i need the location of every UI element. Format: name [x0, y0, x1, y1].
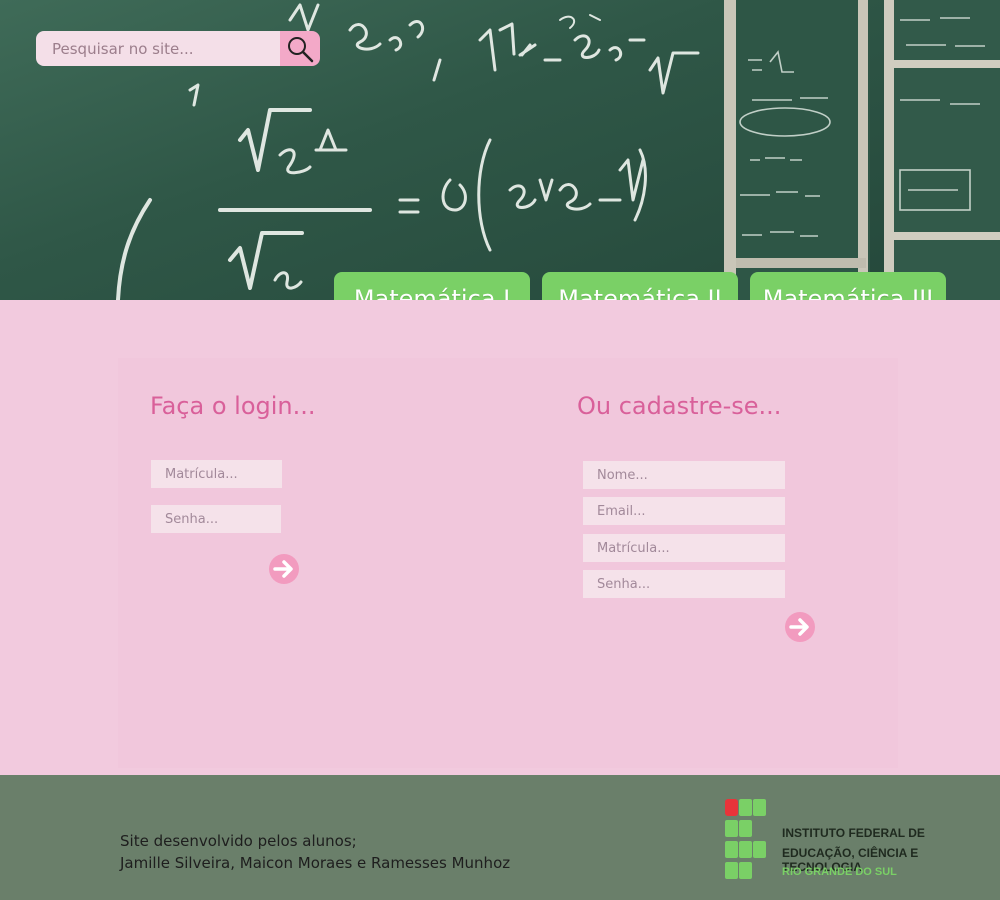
- search-icon: [288, 36, 314, 62]
- ifrs-logo: [725, 799, 766, 879]
- register-email-field[interactable]: [583, 497, 785, 525]
- main-content: Faça o login... Ou cadastre-se...: [0, 300, 1000, 775]
- footer-authors: Jamille Silveira, Maicon Moraes e Ramess…: [120, 854, 511, 872]
- login-matricula-field[interactable]: [151, 460, 282, 488]
- login-submit-button[interactable]: [269, 554, 299, 584]
- register-matricula-field[interactable]: [583, 534, 785, 562]
- search-input[interactable]: [36, 31, 280, 66]
- logo-text-line-3: RIO GRANDE DO SUL: [782, 866, 897, 878]
- register-password-field[interactable]: [583, 570, 785, 598]
- logo-text-line-1: INSTITUTO FEDERAL DE: [782, 826, 925, 840]
- footer: Site desenvolvido pelos alunos; Jamille …: [0, 775, 1000, 900]
- register-submit-button[interactable]: [785, 612, 815, 642]
- arrow-right-icon: [270, 555, 298, 583]
- search-button[interactable]: [280, 31, 320, 66]
- register-title: Ou cadastre-se...: [577, 392, 782, 420]
- login-password-field[interactable]: [151, 505, 281, 533]
- login-title: Faça o login...: [150, 392, 316, 420]
- search-box: [36, 31, 320, 66]
- arrow-right-icon: [786, 613, 814, 641]
- header-banner: [0, 0, 1000, 300]
- footer-credit-line: Site desenvolvido pelos alunos;: [120, 832, 357, 850]
- register-name-field[interactable]: [583, 461, 785, 489]
